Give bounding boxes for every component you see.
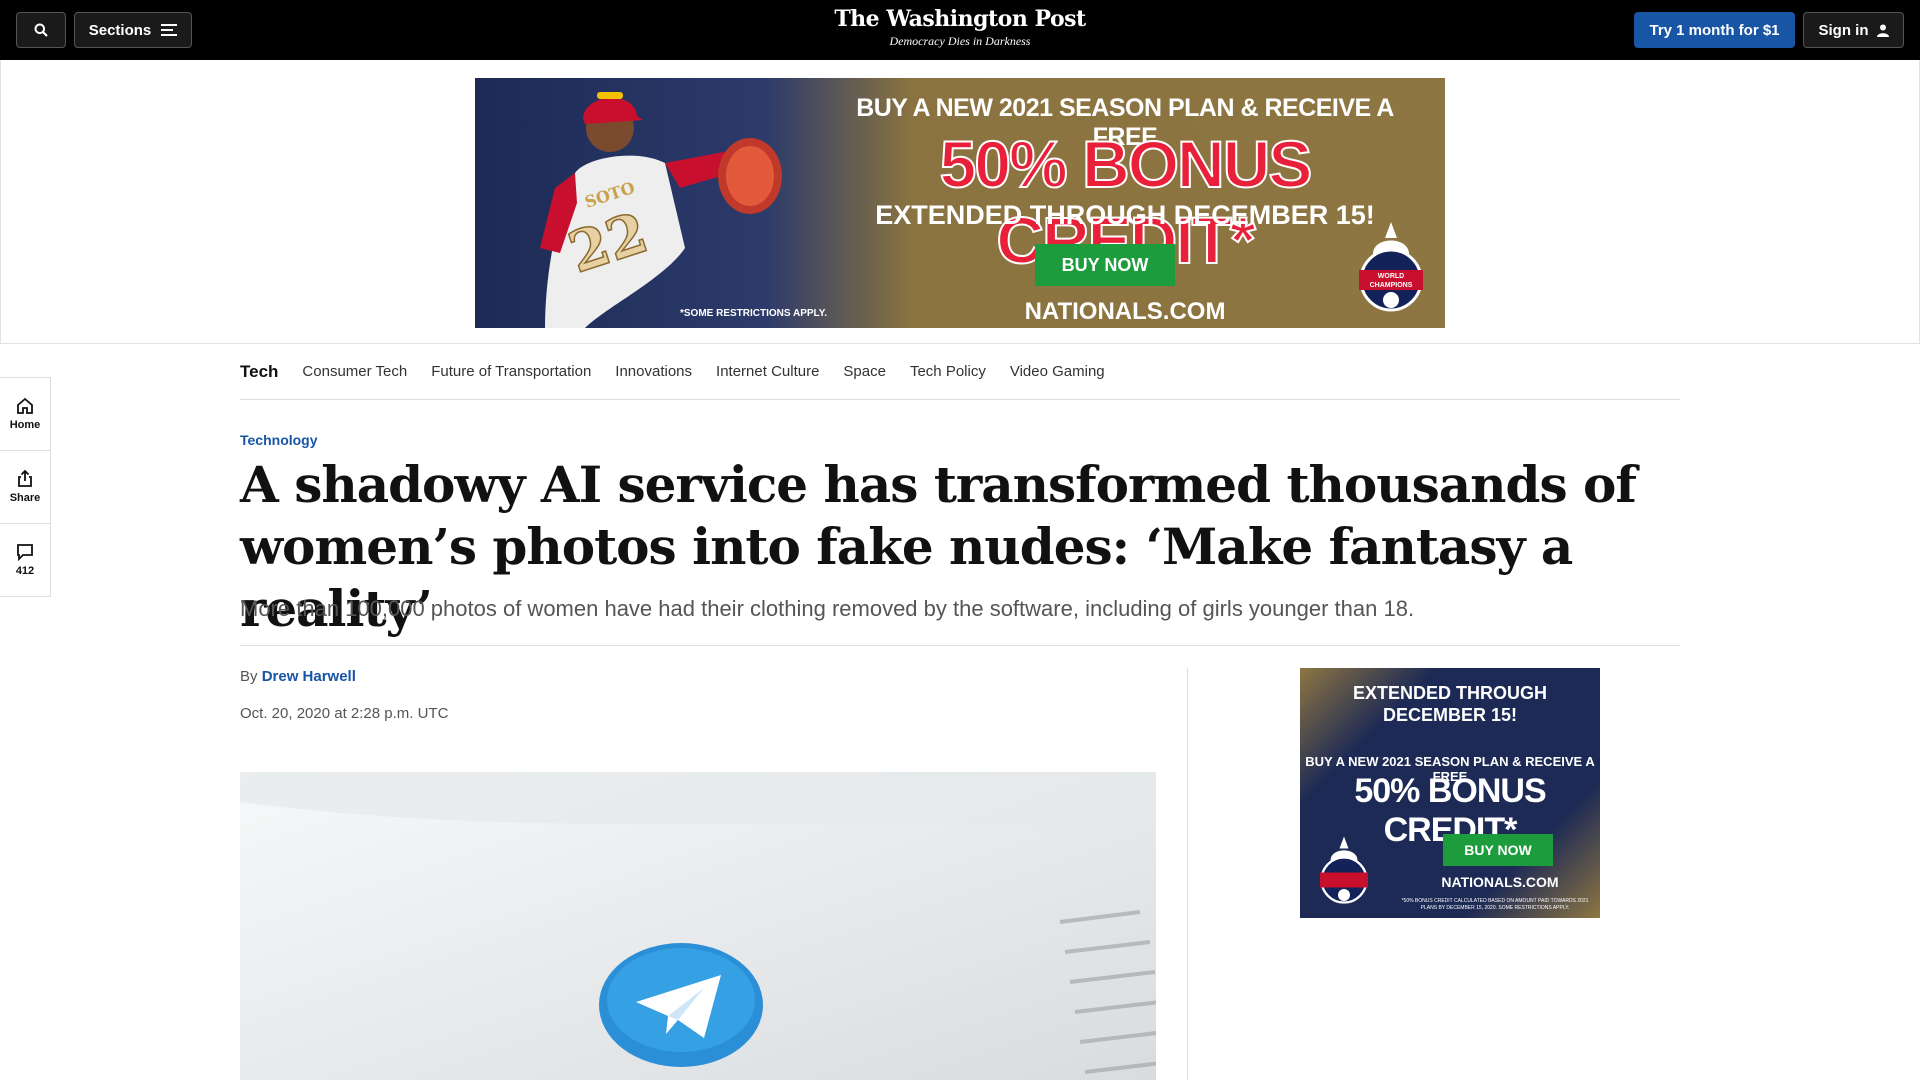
home-label: Home <box>9 419 41 431</box>
byline-prefix: By <box>240 668 258 685</box>
article-hero-image <box>240 772 1156 1080</box>
ad-top-buy-now-button[interactable]: BUY NOW <box>1035 244 1175 286</box>
telegram-logo-icon <box>599 943 763 1067</box>
publish-date: Oct. 20, 2020 at 2:28 p.m. UTC <box>240 705 449 722</box>
phone-edge-lines <box>1059 910 1156 1074</box>
subnav-section-title[interactable]: Tech <box>240 362 278 382</box>
user-icon <box>1876 24 1889 37</box>
byline: By Drew Harwell <box>240 668 356 685</box>
comments-button[interactable]: 412 <box>0 524 50 596</box>
search-icon <box>34 23 48 37</box>
sign-in-button[interactable]: Sign in <box>1803 12 1904 48</box>
subnav-item-video-gaming[interactable]: Video Gaming <box>1010 363 1105 380</box>
search-button[interactable] <box>16 12 66 48</box>
world-champions-badge-icon <box>1320 836 1368 904</box>
subnav-item-consumer-tech[interactable]: Consumer Tech <box>302 363 407 380</box>
author-link[interactable]: Drew Harwell <box>262 668 356 685</box>
ad-side-fine-print: *50% BONUS CREDIT CALCULATED BASED ON AM… <box>1401 898 1589 911</box>
ad-side-buy-now-button[interactable]: BUY NOW <box>1443 834 1553 866</box>
site-logo[interactable]: The Washington Post Democracy Dies in Da… <box>760 6 1160 49</box>
subscribe-button[interactable]: Try 1 month for $1 <box>1634 12 1795 48</box>
ad-top-site-url: NATIONALS.COM <box>1024 298 1226 325</box>
subnav-item-innovations[interactable]: Innovations <box>615 363 692 380</box>
baseball-player-illustration: SOTO 22 <box>540 92 782 328</box>
home-icon <box>17 397 33 414</box>
world-champions-badge-icon: WORLD CHAMPIONS <box>1359 222 1423 312</box>
ad-top-restrictions: *SOME RESTRICTIONS APPLY. <box>680 308 828 319</box>
svg-text:CHAMPIONS: CHAMPIONS <box>1370 282 1413 289</box>
subnav-item-tech-policy[interactable]: Tech Policy <box>910 363 986 380</box>
comment-icon <box>17 544 33 561</box>
ad-top-line-3: EXTENDED THROUGH DECEMBER 15! <box>875 200 1375 230</box>
share-icon <box>18 470 32 487</box>
ad-side-site-url: NATIONALS.COM <box>1441 874 1559 890</box>
subnav-item-internet-culture[interactable]: Internet Culture <box>716 363 819 380</box>
comment-count: 412 <box>15 565 35 577</box>
sections-label: Sections <box>88 21 152 39</box>
logo-wordmark: The Washington Post <box>834 6 1086 32</box>
section-subnav: Tech Consumer Tech Future of Transportat… <box>240 344 1680 400</box>
share-label: Share <box>9 492 41 504</box>
menu-icon <box>161 24 178 36</box>
article-dek: More than 100,000 photos of women have h… <box>240 596 1415 621</box>
column-divider <box>1187 668 1188 1080</box>
subnav-item-future-of-transportation[interactable]: Future of Transportation <box>431 363 591 380</box>
ad-side-line-1: EXTENDED THROUGH DECEMBER 15! <box>1352 683 1547 725</box>
top-banner-ad[interactable]: SOTO 22 BUY A NEW 2021 SEASON PLAN & REC… <box>475 78 1445 328</box>
sign-in-label: Sign in <box>1818 21 1869 39</box>
subnav-item-space[interactable]: Space <box>843 363 886 380</box>
top-navigation-bar: Sections The Washington Post Democracy D… <box>0 0 1920 60</box>
article-kicker[interactable]: Technology <box>240 432 318 448</box>
svg-text:WORLD: WORLD <box>1378 273 1404 280</box>
sections-button[interactable]: Sections <box>74 12 192 48</box>
left-action-rail: Home Share 412 <box>0 377 51 597</box>
logo-tagline: Democracy Dies in Darkness <box>889 34 1031 48</box>
sidebar-ad[interactable]: EXTENDED THROUGH DECEMBER 15! BUY A NEW … <box>1300 668 1600 918</box>
share-button[interactable]: Share <box>0 451 50 524</box>
header-divider <box>240 645 1680 646</box>
home-button[interactable]: Home <box>0 378 50 451</box>
